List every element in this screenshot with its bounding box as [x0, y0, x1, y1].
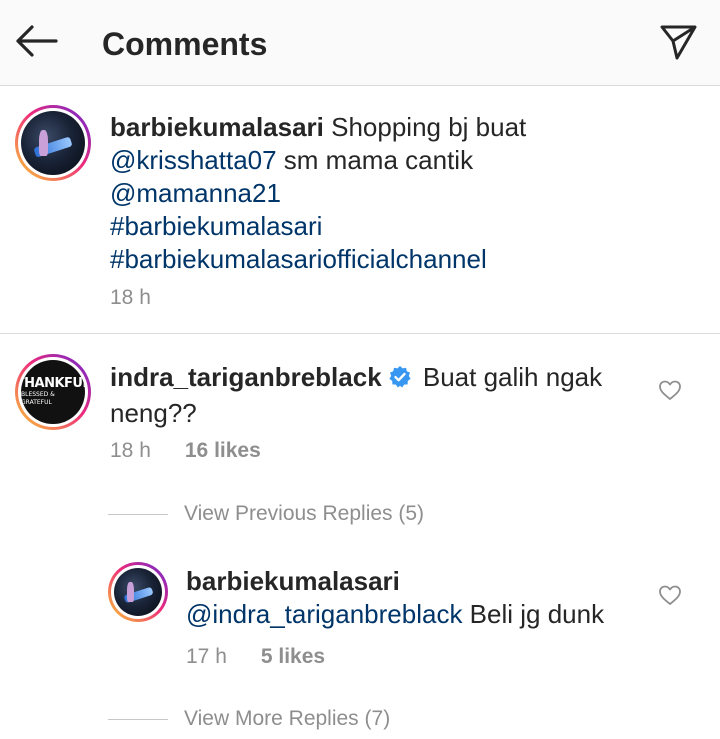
reply-username[interactable]: barbiekumalasari	[186, 566, 400, 596]
caption-mention[interactable]: @mamanna21	[110, 178, 281, 208]
view-more-replies-label: View More Replies (7)	[184, 707, 391, 730]
caption-hashtag[interactable]: #barbiekumalasari	[110, 211, 322, 241]
comment-text-part: Buat galih ngak	[415, 362, 603, 392]
paper-plane-icon	[658, 21, 698, 66]
send-button[interactable]	[652, 20, 704, 66]
caption-text: barbiekumalasari Shopping bj buat @kriss…	[110, 111, 700, 276]
comment-meta: 18 h 16 likes	[110, 438, 261, 464]
divider-line	[108, 718, 168, 720]
heart-icon	[658, 379, 682, 406]
caption-avatar[interactable]	[15, 105, 91, 181]
reply-text-part: Beli jg dunk	[462, 599, 605, 629]
comment-likes[interactable]: 16 likes	[185, 439, 261, 462]
verified-badge-icon	[388, 364, 412, 397]
view-more-replies-button[interactable]: View More Replies (7)	[108, 707, 390, 731]
caption-text-part: sm mama cantik	[276, 145, 474, 175]
reply-text: barbiekumalasari @indra_tariganbreblack …	[186, 565, 646, 631]
avatar-text: BLESSED & GRATEFUL	[21, 391, 55, 406]
comment-avatar[interactable]: THANKFUL BLESSED & GRATEFUL	[15, 354, 91, 430]
header-bar: Comments	[0, 0, 720, 86]
comment-username[interactable]: indra_tariganbreblack	[110, 362, 382, 392]
avatar-text: THANKFUL	[21, 376, 85, 391]
comment-like-button[interactable]	[656, 378, 684, 406]
page-title: Comments	[102, 26, 268, 62]
caption-username[interactable]: barbiekumalasari	[110, 112, 324, 142]
caption-text-part: Shopping bj buat	[323, 112, 527, 142]
comment-text: indra_tariganbreblack Buat galih ngak ne…	[110, 361, 640, 430]
caption-time: 18 h	[110, 286, 151, 309]
view-previous-replies-label: View Previous Replies (5)	[184, 502, 425, 525]
arrow-left-icon	[14, 24, 58, 63]
view-previous-replies-button[interactable]: View Previous Replies (5)	[108, 502, 424, 526]
reply-likes[interactable]: 5 likes	[261, 645, 325, 668]
back-button[interactable]	[10, 20, 62, 66]
reply-meta: 17 h 5 likes	[186, 644, 325, 670]
comment-time: 18 h	[110, 439, 151, 462]
divider-line	[108, 513, 168, 515]
comment-text-part: neng??	[110, 398, 197, 428]
reply-like-button[interactable]	[656, 583, 684, 611]
caption-mention[interactable]: @krisshatta07	[110, 145, 277, 175]
reply-avatar[interactable]	[108, 562, 168, 622]
caption-hashtag[interactable]: #barbiekumalasariofficialchannel	[110, 244, 487, 274]
reply-time: 17 h	[186, 645, 227, 668]
caption-section: barbiekumalasari Shopping bj buat @kriss…	[0, 86, 720, 334]
reply-mention[interactable]: @indra_tariganbreblack	[186, 599, 462, 629]
heart-icon	[658, 584, 682, 611]
